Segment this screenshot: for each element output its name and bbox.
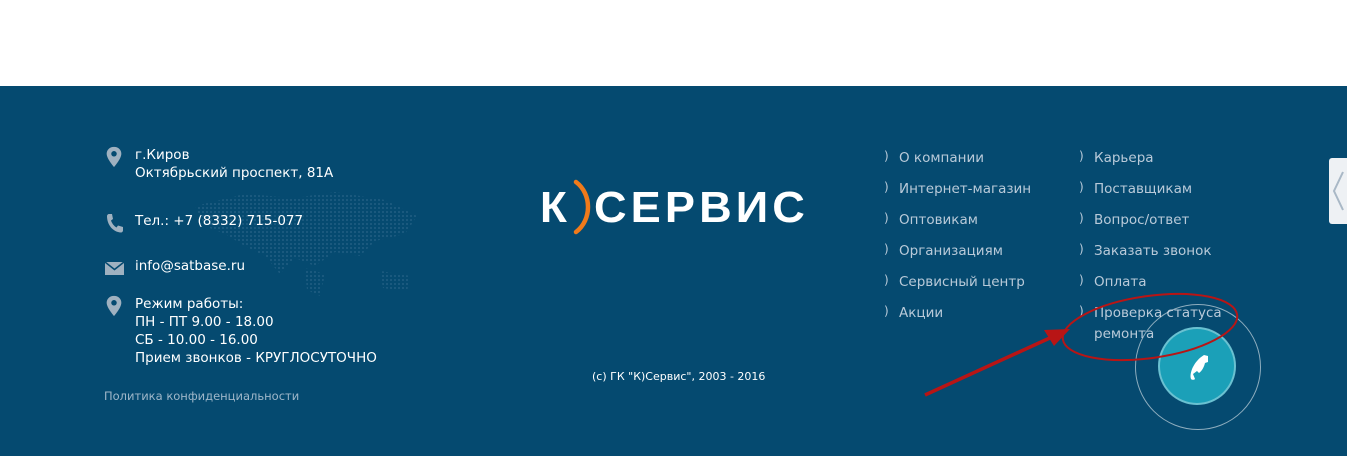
logo-bracket: [573, 179, 591, 235]
hours-title: Режим работы:: [135, 296, 244, 312]
logo-text: СЕРВИС: [594, 183, 809, 232]
address-city: г.Киров: [135, 147, 190, 163]
bullet-icon: ): [1079, 211, 1084, 225]
bullet-icon: ): [884, 242, 889, 256]
bullet-icon: ): [1079, 180, 1084, 194]
hours-weekday: ПН - ПТ 9.00 - 18.00: [135, 314, 274, 330]
bullet-icon: ): [884, 211, 889, 225]
chevron-left-icon: [1332, 171, 1344, 211]
bullet-icon: ): [884, 273, 889, 287]
bullet-icon: ): [1079, 149, 1084, 163]
phone-handset-icon: [1190, 355, 1208, 380]
copyright-text: (c) ГК "К)Сервис", 2003 - 2016: [592, 370, 766, 383]
location-pin-icon: [106, 295, 122, 317]
company-logo[interactable]: К СЕРВИС: [540, 176, 815, 236]
privacy-policy-link[interactable]: Политика конфиденциальности: [104, 389, 299, 403]
callback-button[interactable]: [1158, 327, 1236, 405]
address-street: Октябрьский проспект, 81А: [135, 165, 334, 181]
hours-saturday: СБ - 10.00 - 16.00: [135, 332, 258, 348]
location-pin-icon: [106, 146, 122, 168]
side-panel-tab[interactable]: [1329, 158, 1347, 224]
envelope-icon: [104, 261, 124, 275]
world-map-decoration: [195, 192, 417, 296]
phone-number[interactable]: Тел.: +7 (8332) 715-077: [135, 212, 303, 230]
page-top-area: [0, 0, 1347, 86]
site-footer: г.Киров Октябрьский проспект, 81А Тел.: …: [0, 86, 1347, 456]
bullet-icon: ): [884, 304, 889, 318]
bullet-icon: ): [1079, 242, 1084, 256]
email-link[interactable]: info@satbase.ru: [135, 257, 245, 275]
bullet-icon: ): [884, 180, 889, 194]
hours-calls: Прием звонков - КРУГЛОСУТОЧНО: [135, 350, 377, 366]
logo-letter-k: К: [540, 183, 569, 232]
bullet-icon: ): [1079, 273, 1084, 287]
bullet-icon: ): [884, 149, 889, 163]
phone-icon: [107, 214, 123, 233]
